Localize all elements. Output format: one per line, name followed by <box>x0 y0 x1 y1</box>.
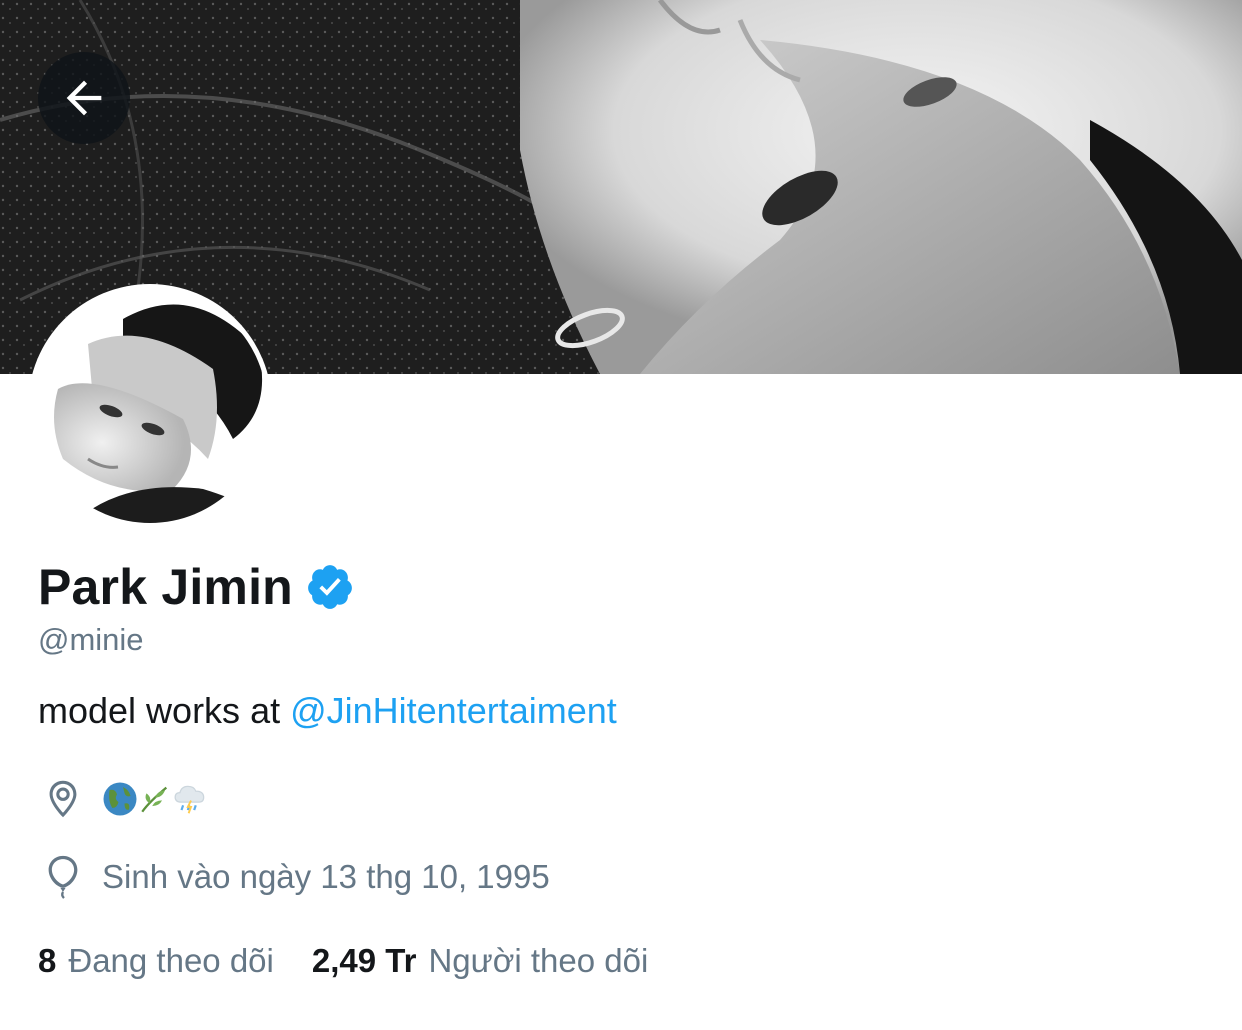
avatar-photo <box>33 289 267 523</box>
profile-name: Park Jimin <box>38 559 293 615</box>
location-pin-icon <box>38 774 88 824</box>
profile-bio: model works at @JinHitentertaiment <box>38 690 617 732</box>
verified-badge-icon <box>305 562 355 612</box>
profile-location <box>38 774 210 824</box>
globe-emoji-icon <box>103 782 137 816</box>
herb-emoji-icon <box>141 786 168 813</box>
bio-text: model works at <box>38 690 291 731</box>
following-label: Đang theo dõi <box>68 942 274 979</box>
profile-handle: @minie <box>38 622 144 657</box>
back-arrow-icon <box>66 80 102 116</box>
name-row: Park Jimin <box>38 556 355 618</box>
profile-page: Park Jimin @minie model works at @JinHit… <box>0 0 1242 1030</box>
avatar[interactable] <box>28 284 272 528</box>
bio-mention-link[interactable]: @JinHitentertaiment <box>290 690 617 731</box>
back-button[interactable] <box>38 52 130 144</box>
location-emoji <box>102 780 210 818</box>
following-link[interactable]: 8 Đang theo dõi <box>38 942 274 980</box>
balloon-icon <box>38 852 88 902</box>
birthday-text: Sinh vào ngày 13 thg 10, 1995 <box>102 858 550 895</box>
profile-birthday: Sinh vào ngày 13 thg 10, 1995 <box>38 852 550 902</box>
following-count: 8 <box>38 942 57 979</box>
cloud-rain-emoji-icon <box>174 785 205 814</box>
followers-count: 2,49 Tr <box>311 942 417 979</box>
follow-stats: 8 Đang theo dõi 2,49 Tr Người theo dõi <box>38 942 648 980</box>
followers-label: Người theo dõi <box>428 942 649 979</box>
followers-link[interactable]: 2,49 Tr Người theo dõi <box>312 942 648 980</box>
